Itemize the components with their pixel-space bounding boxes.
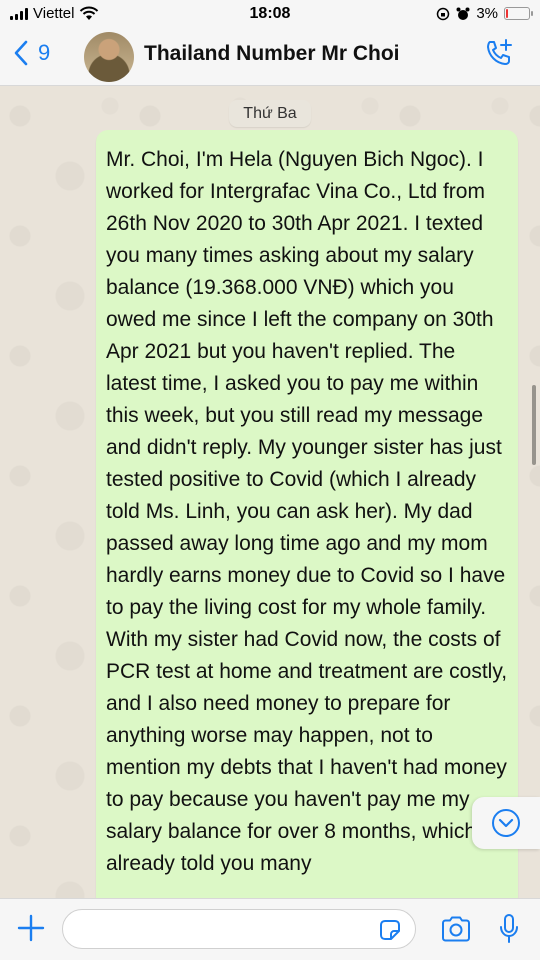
scroll-to-bottom-button[interactable]: [472, 797, 540, 849]
microphone-icon: [500, 914, 518, 943]
back-button[interactable]: 9: [14, 40, 50, 66]
date-separator: Thứ Ba: [229, 100, 311, 127]
camera-button[interactable]: [440, 915, 472, 948]
chevron-down-icon: [492, 809, 520, 837]
camera-icon: [442, 916, 470, 942]
alarm-icon: [456, 7, 470, 20]
plus-icon: [17, 914, 45, 942]
attach-button[interactable]: [16, 913, 46, 948]
status-bar: Viettel 18:08 3%: [0, 0, 540, 28]
message-input[interactable]: [62, 909, 416, 949]
orientation-lock-icon: [437, 7, 450, 20]
unread-count: 9: [38, 40, 51, 65]
scrollbar[interactable]: [532, 385, 536, 465]
battery-icon: [504, 7, 533, 20]
outgoing-message-bubble[interactable]: Mr. Choi, I'm Hela (Nguyen Bich Ngoc). I…: [96, 130, 518, 920]
message-text: Mr. Choi, I'm Hela (Nguyen Bich Ngoc). I…: [106, 148, 508, 875]
add-call-button[interactable]: [484, 38, 514, 73]
avatar[interactable]: [84, 32, 134, 82]
back-chevron-icon: [14, 40, 28, 66]
message-input-bar: [0, 898, 540, 960]
chat-header: 9 Thailand Number Mr Choi: [0, 28, 540, 86]
battery-percent: 3%: [476, 5, 498, 22]
sticker-icon: [380, 920, 400, 940]
add-call-icon: [487, 39, 512, 65]
contact-name[interactable]: Thailand Number Mr Choi: [144, 42, 400, 66]
sticker-button[interactable]: [378, 918, 402, 947]
voice-message-button[interactable]: [498, 913, 520, 950]
